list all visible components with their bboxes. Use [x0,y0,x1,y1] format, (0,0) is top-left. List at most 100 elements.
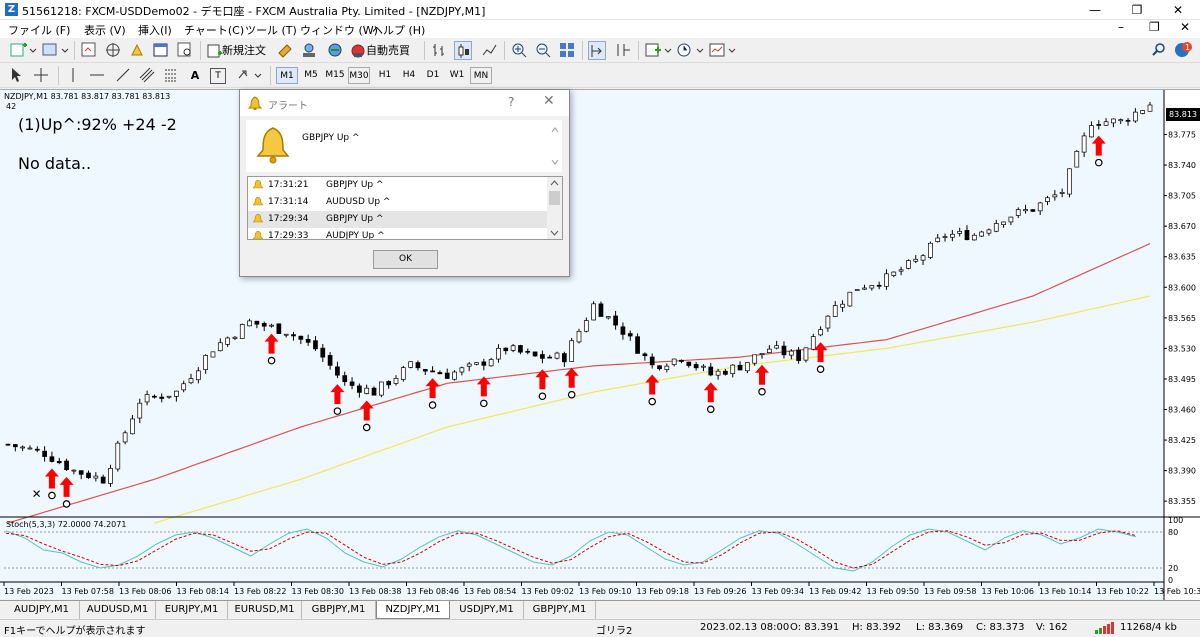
periods-icon[interactable] [676,41,704,60]
tile-windows-icon[interactable] [558,41,576,60]
mdi-restore-button[interactable]: ❐ [1149,20,1160,34]
x-tick-label: 13 Feb 07:58 [62,587,114,596]
menu-file[interactable]: ファイル (F) [8,22,70,38]
price-chart[interactable]: 83.775 83.740 83.705 83.670 83.635 83.600 83.5… [0,90,1200,600]
timeframe-d1[interactable]: D1 [422,67,444,84]
minimize-button[interactable]: — [1075,0,1115,20]
text-label-icon[interactable]: T [210,68,226,84]
candle-body [957,231,963,234]
timeframe-m15[interactable]: M15 [324,67,346,84]
horizontal-line-icon[interactable] [88,66,106,85]
stoch-tick-label: 80 [1168,528,1178,537]
tab-nzdjpy[interactable]: NZDJPY,M1 [376,601,450,619]
help-button[interactable]: ? [508,95,514,109]
tester-icon[interactable] [176,41,194,60]
new-order-button[interactable]: 新規注文 [206,41,270,60]
trendline-icon[interactable] [114,66,132,85]
tab-usdjpy[interactable]: USDJPY,M1 [450,601,524,619]
tab-eurjpy[interactable]: EURJPY,M1 [156,601,228,619]
menu-tools[interactable]: ツール (T) [245,22,297,38]
timeframe-m30[interactable]: M30 [348,67,370,84]
timeframe-mn[interactable]: MN [470,67,492,84]
signal-dot [62,500,71,508]
candle-body [93,475,99,479]
zoom-out-icon[interactable] [534,41,552,60]
tab-audusd[interactable]: AUDUSD,M1 [80,601,156,619]
tab-audjpy[interactable]: AUDJPY,M1 [4,601,80,619]
restore-button[interactable]: ❐ [1117,0,1157,20]
message-scrollbar[interactable] [549,122,561,170]
candle-body [444,372,450,379]
list-item[interactable]: 17:29:33 AUDJPY Up ^ [248,228,548,239]
candle-body [635,336,640,354]
timeframe-h1[interactable]: H1 [374,67,396,84]
list-scrollbar[interactable] [547,177,562,239]
signal-dot [48,491,56,500]
auto-trading-button[interactable]: 自動売買 [350,41,418,60]
close-button[interactable]: ✕ [1158,0,1198,20]
alert-close-button[interactable]: ✕ [543,93,555,109]
tab-gbpjpy-2[interactable]: GBPJPY,M1 [524,601,596,619]
navigator-icon[interactable] [128,41,146,60]
candle-body [1081,135,1087,153]
alert-history-list[interactable]: 17:31:21 GBPJPY Up ^ 17:31:14 AUDUSD Up … [247,176,563,240]
crosshair-icon[interactable] [32,66,50,85]
x-tick-label: 13 Feb 10:06 [982,587,1034,596]
zoom-in-icon[interactable] [510,41,528,60]
profiles-icon[interactable] [40,41,70,60]
connection-bars-icon [1095,622,1114,634]
vertical-line-icon[interactable] [66,66,80,85]
search-icon[interactable] [1150,41,1168,60]
metaeditor-icon[interactable] [276,41,294,60]
chart-shift-icon[interactable] [614,41,632,60]
candle-body [122,432,128,443]
line-chart-icon[interactable] [480,41,498,60]
chart-tabs: AUDJPY,M1 AUDUSD,M1 EURJPY,M1 EURUSD,M1 … [0,600,1200,619]
notifications-icon[interactable]: 1 [1172,41,1194,60]
menu-view[interactable]: 表示 (V) [84,22,126,38]
list-item[interactable]: 17:31:14 AUDUSD Up ^ [248,194,548,211]
candlestick-chart-icon[interactable] [454,41,472,60]
text-tool-icon[interactable]: A [188,66,202,85]
candle-body [818,329,823,336]
timeframe-m1[interactable]: M1 [276,67,298,84]
candle-body [657,365,662,370]
y-tick-label: 83.530 [1168,344,1196,353]
cursor-icon[interactable] [8,66,24,85]
terminal-icon[interactable] [152,41,170,60]
data-window-icon[interactable] [104,41,122,60]
stoch-signal-line [5,530,1137,569]
timeframe-w1[interactable]: W1 [446,67,468,84]
signals-icon[interactable] [300,41,318,60]
chart-window[interactable]: 83.775 83.740 83.705 83.670 83.635 83.600 83.5… [0,89,1200,600]
timeframe-h4[interactable]: H4 [398,67,420,84]
bar-chart-icon[interactable] [430,41,448,60]
indicators-icon[interactable] [644,41,672,60]
ok-button[interactable]: OK [373,250,438,269]
tab-eurusd[interactable]: EURUSD,M1 [228,601,302,619]
arrows-dropdown-icon[interactable] [236,66,264,85]
menu-window[interactable]: ウィンドウ (W) [300,22,378,38]
auto-scroll-icon[interactable] [588,41,606,60]
candle-body [393,378,399,384]
timeframe-m5[interactable]: M5 [300,67,322,84]
market-icon[interactable] [326,41,344,60]
fibonacci-icon[interactable] [162,66,180,85]
up-arrow-signal [755,364,770,385]
mdi-minimize-button[interactable]: – [1118,20,1124,34]
list-item[interactable]: 17:29:34 GBPJPY Up ^ [248,211,548,228]
candle-body [276,323,282,334]
menu-help[interactable]: ヘルプ (H) [372,22,425,38]
menu-insert[interactable]: 挿入(I) [138,22,172,38]
stoch-tick-label: 20 [1168,564,1178,573]
status-low: L: 83.369 [916,622,964,633]
x-tick-label: 13 Feb 09:58 [924,587,976,596]
new-chart-icon[interactable] [8,41,38,60]
list-item[interactable]: 17:31:21 GBPJPY Up ^ [248,177,548,194]
menu-chart[interactable]: チャート(C) [184,22,244,38]
channel-icon[interactable] [138,66,156,85]
tab-gbpjpy[interactable]: GBPJPY,M1 [302,601,376,619]
templates-icon[interactable] [708,41,736,60]
market-watch-icon[interactable] [80,41,98,60]
mdi-close-button[interactable]: ✕ [1180,20,1190,34]
